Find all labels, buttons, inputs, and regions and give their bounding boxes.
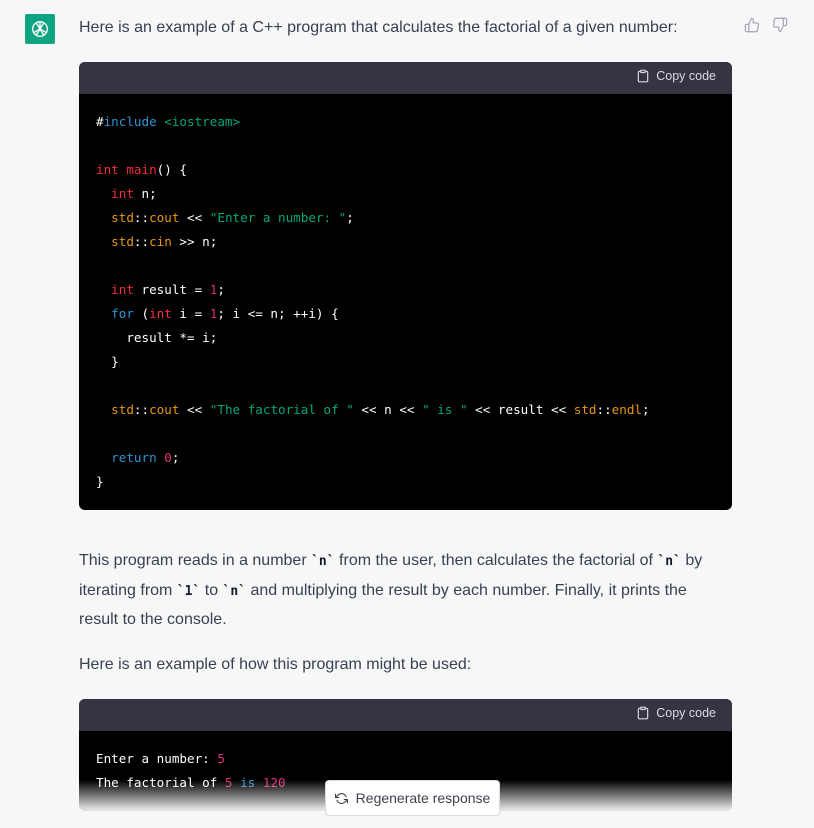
thumbs-up-button[interactable] [744,17,760,38]
inline-code: `n` [311,554,335,569]
assistant-avatar [25,14,55,44]
clipboard-icon [637,69,649,83]
openai-logo-icon [31,20,49,38]
code-block-header: Copy code [79,699,732,731]
copy-code-label: Copy code [656,69,716,83]
copy-code-label: Copy code [656,706,716,720]
inline-code: `n` [222,583,247,599]
regenerate-response-button[interactable]: Regenerate response [325,780,500,816]
thumbs-down-button[interactable] [772,17,788,38]
clipboard-icon [637,706,649,720]
message-intro-text: Here is an example of a C++ program that… [79,19,678,36]
explanation-paragraph: This program reads in a number `n` from … [79,552,703,628]
thumbs-up-icon [744,17,760,33]
regenerate-label: Regenerate response [355,790,491,806]
code-content: #include <iostream> int main() { int n; … [96,114,650,489]
copy-code-button[interactable]: Copy code [636,69,716,83]
thumbs-down-icon [772,17,788,33]
usage-intro-text: Here is an example of how this program m… [79,656,472,673]
copy-code-button[interactable]: Copy code [636,706,716,720]
refresh-icon [334,792,348,804]
inline-code: `n` [657,554,681,569]
code-block-cpp: Copy code #include <iostream> int main()… [79,62,732,510]
inline-code: `1` [176,583,201,599]
code-block-header: Copy code [79,62,732,94]
